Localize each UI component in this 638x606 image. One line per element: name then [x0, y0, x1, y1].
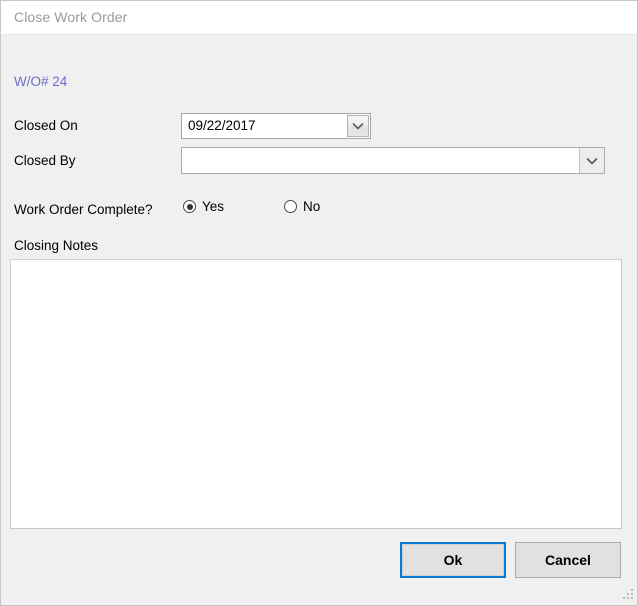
dialog-body: W/O# 24 Closed On 09/22/2017 Closed By W…	[1, 36, 637, 605]
closed-on-datepicker[interactable]: 09/22/2017	[181, 113, 371, 139]
radio-yes-label: Yes	[202, 199, 225, 214]
work-order-number-label: W/O# 24	[14, 74, 68, 89]
dialog-titlebar: Close Work Order	[1, 1, 637, 35]
closing-notes-label: Closing Notes	[14, 238, 99, 253]
closed-by-combobox[interactable]	[181, 147, 605, 174]
closing-notes-textarea[interactable]	[10, 259, 622, 529]
chevron-down-icon	[583, 152, 601, 170]
ok-button-label: Ok	[402, 544, 504, 576]
radio-work-order-complete-no[interactable]: No	[284, 199, 320, 214]
radio-button-filled-icon	[183, 200, 196, 213]
cancel-button-label: Cancel	[545, 552, 591, 568]
closing-notes-value	[15, 263, 617, 525]
closed-on-value: 09/22/2017	[188, 118, 256, 133]
closed-on-label: Closed On	[14, 118, 78, 133]
close-work-order-dialog: Close Work Order W/O# 24 Closed On 09/22…	[0, 0, 638, 606]
radio-button-empty-icon	[284, 200, 297, 213]
cancel-button[interactable]: Cancel	[515, 542, 621, 578]
chevron-down-icon	[348, 116, 368, 136]
closed-by-dropdown-button[interactable]	[579, 148, 604, 173]
radio-work-order-complete-yes[interactable]: Yes	[183, 199, 224, 214]
closed-by-label: Closed By	[14, 153, 76, 168]
work-order-complete-label: Work Order Complete?	[14, 202, 153, 217]
ok-button[interactable]: Ok	[400, 542, 506, 578]
resize-grip-icon[interactable]	[621, 589, 634, 602]
closed-on-dropdown-button[interactable]	[347, 115, 369, 137]
radio-no-label: No	[303, 199, 321, 214]
dialog-title: Close Work Order	[14, 9, 128, 25]
